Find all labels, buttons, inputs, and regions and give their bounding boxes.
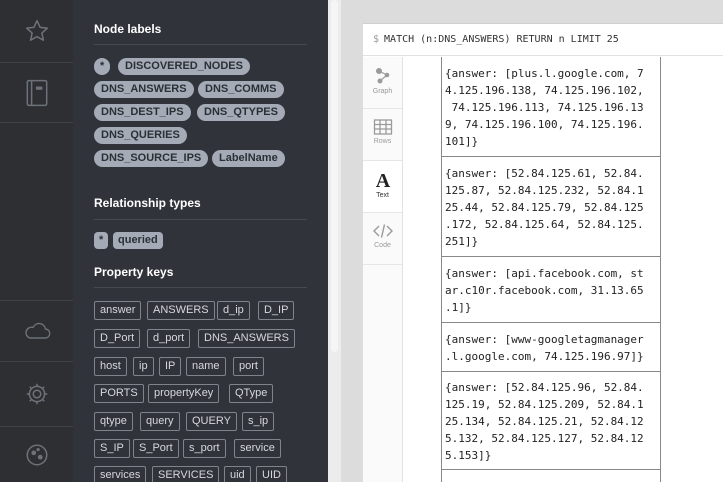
property-key-tag[interactable]: S_Port xyxy=(133,439,179,458)
property-key-tag[interactable]: QUERY xyxy=(186,412,237,431)
result-row: {answer: [52.84.125.61, 52.84. 125.87, 52… xyxy=(445,167,644,248)
node-label-pill[interactable]: DNS_QUERIES xyxy=(94,127,187,144)
property-key-tag[interactable]: uid xyxy=(224,466,251,482)
property-key-tag[interactable]: service xyxy=(234,439,281,458)
tab-rows[interactable]: Rows xyxy=(363,109,402,161)
main-stream: $ MATCH (n:DNS_ANSWERS) RETURN n LIMIT 25… xyxy=(341,0,723,482)
node-label-pill[interactable]: LabelName xyxy=(212,150,285,167)
property-key-tag[interactable]: name xyxy=(186,357,226,376)
tab-graph[interactable]: Graph xyxy=(363,57,402,109)
node-label-pill[interactable]: * xyxy=(94,58,111,75)
property-keys-title: Property keys xyxy=(94,265,174,279)
tab-text[interactable]: A Text xyxy=(363,161,402,213)
property-key-tag[interactable]: services xyxy=(94,466,147,482)
gear-icon xyxy=(26,383,47,405)
property-key-tag[interactable]: ANSWERS xyxy=(147,301,215,320)
tab-label: Graph xyxy=(372,88,393,95)
relationship-type-pill[interactable]: queried xyxy=(113,232,163,249)
property-key-tag[interactable]: S_IP xyxy=(94,439,130,458)
node-label-pill[interactable]: DNS_DEST_IPS xyxy=(94,104,191,121)
view-tabs: Graph Rows A Text Code xyxy=(363,57,403,482)
divider xyxy=(94,219,307,220)
tab-label: Text xyxy=(376,192,389,199)
node-label-pill[interactable]: DNS_ANSWERS xyxy=(94,81,194,98)
table-border-left xyxy=(441,57,442,482)
property-key-tag[interactable]: UID xyxy=(256,466,287,482)
property-key-tag[interactable]: DNS_ANSWERS xyxy=(198,329,295,348)
property-key-tag[interactable]: propertyKey xyxy=(148,384,220,403)
property-key-tag[interactable]: QType xyxy=(229,384,274,403)
row-separator xyxy=(441,371,660,372)
node-label-pill[interactable]: DNS_QTYPES xyxy=(197,104,285,121)
table-border-right xyxy=(660,57,661,482)
property-key-tag[interactable]: port xyxy=(233,357,264,376)
divider xyxy=(94,287,307,288)
node-label-pill[interactable]: DNS_SOURCE_IPS xyxy=(94,150,209,167)
cloud-icon xyxy=(24,322,50,339)
drawer-scrollbar[interactable] xyxy=(328,0,341,482)
settings-button[interactable] xyxy=(0,362,73,427)
graph-icon xyxy=(375,68,389,84)
code-icon xyxy=(372,224,393,238)
property-key-tag[interactable]: query xyxy=(140,412,180,431)
property-key-tag[interactable]: s_ip xyxy=(242,412,275,431)
property-key-tag[interactable]: D_Port xyxy=(94,329,141,348)
scrollbar-thumb[interactable] xyxy=(331,0,338,352)
property-key-tag[interactable]: SERVICES xyxy=(152,466,220,482)
result-row: {answer: [www-googletagmanager .l.google.… xyxy=(445,333,644,363)
book-icon xyxy=(26,79,47,106)
favorites-button[interactable] xyxy=(0,0,73,63)
star-icon xyxy=(25,19,48,41)
query-editor[interactable]: $ MATCH (n:DNS_ANSWERS) RETURN n LIMIT 25 xyxy=(363,24,723,56)
svg-text:A: A xyxy=(375,170,390,190)
relationship-type-pill[interactable]: * xyxy=(94,232,109,249)
result-row: {answer: [plus.l.google.com, 7 4.125.196.… xyxy=(445,67,644,148)
row-separator xyxy=(441,156,660,157)
query-prompt: $ xyxy=(373,34,380,45)
row-separator xyxy=(441,256,660,257)
divider xyxy=(94,44,307,45)
text-results: {answer: [plus.l.google.com, 7 4.125.196.… xyxy=(403,57,723,482)
about-icon xyxy=(25,443,48,466)
database-info-drawer: Node labels * DISCOVERED_NODES DNS_ANSWE… xyxy=(73,0,328,482)
documents-button[interactable] xyxy=(0,63,73,123)
result-frame: $ MATCH (n:DNS_ANSWERS) RETURN n LIMIT 25… xyxy=(363,23,723,482)
property-key-tag[interactable]: host xyxy=(94,357,127,376)
text-icon: A xyxy=(375,170,390,190)
property-key-tag[interactable]: s_port xyxy=(183,439,226,458)
result-row: {answer: [52.84.125.96, 52.84. 125.19, 52… xyxy=(445,381,644,462)
property-key-tag[interactable]: d_port xyxy=(147,329,191,348)
sidebar-rail xyxy=(0,0,73,482)
query-text[interactable]: MATCH (n:DNS_ANSWERS) RETURN n LIMIT 25 xyxy=(384,34,619,45)
property-key-tag[interactable]: answer xyxy=(94,301,142,320)
property-key-tag[interactable]: PORTS xyxy=(94,384,144,403)
property-key-tag[interactable]: qtype xyxy=(94,412,133,431)
sync-button[interactable] xyxy=(0,300,73,362)
tab-code[interactable]: Code xyxy=(363,213,402,265)
node-label-pill[interactable]: DNS_COMMS xyxy=(198,81,284,98)
node-label-pill[interactable]: DISCOVERED_NODES xyxy=(118,58,250,75)
tab-label: Code xyxy=(374,242,391,249)
tab-label: Rows xyxy=(373,138,392,145)
property-key-tag[interactable]: ip xyxy=(133,357,154,376)
table-icon xyxy=(373,119,392,135)
property-key-tag[interactable]: d_ip xyxy=(217,301,250,320)
row-separator xyxy=(441,322,660,323)
property-key-tag[interactable]: D_IP xyxy=(258,301,295,320)
row-separator xyxy=(441,469,660,470)
result-row: {answer: [api.facebook.com, st ar.c10r.fa… xyxy=(445,267,644,314)
node-labels-title: Node labels xyxy=(94,22,162,36)
property-key-tag[interactable]: IP xyxy=(159,357,182,376)
relationship-types-title: Relationship types xyxy=(94,196,201,210)
about-button[interactable] xyxy=(0,427,73,482)
